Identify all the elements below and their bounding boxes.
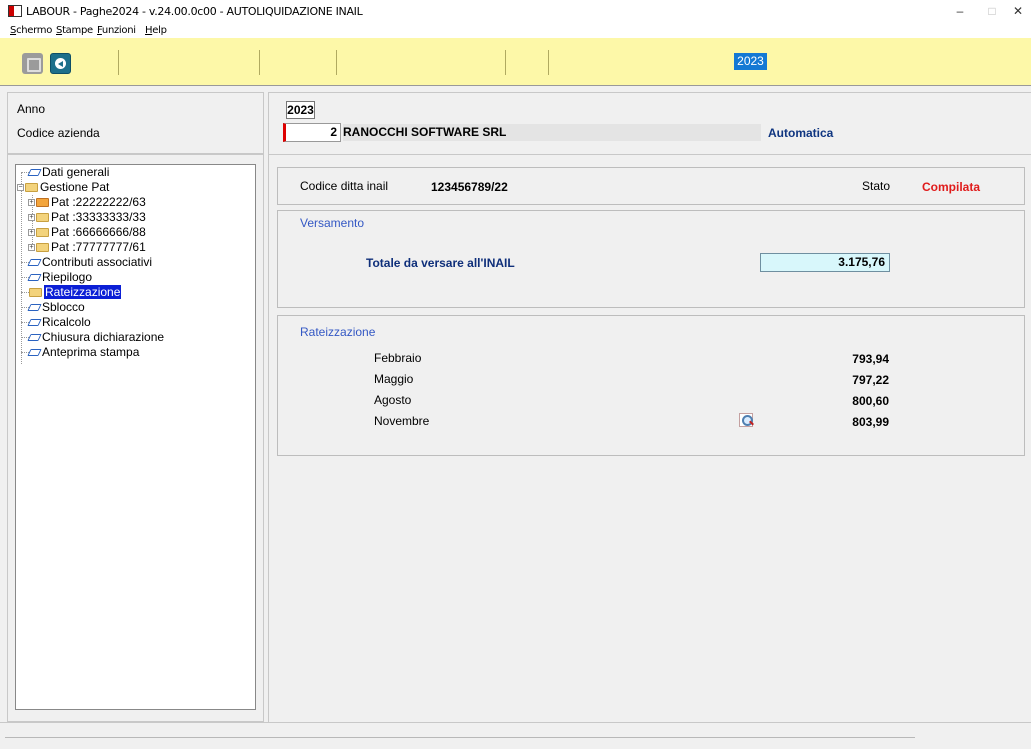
codice-ditta-label: Codice ditta inail (300, 179, 389, 193)
versamento-box: Versamento Totale da versare all'INAIL 3… (277, 210, 1025, 308)
expand-icon[interactable]: + (28, 199, 35, 207)
rateizzazione-box: Rateizzazione Febbraio 793,94 Maggio 797… (277, 315, 1025, 456)
codice-azienda-field[interactable]: 2 (283, 123, 341, 142)
tree-item-contributi-associativi[interactable]: Contributi associativi (21, 255, 152, 270)
menu-schermo[interactable]: Schermo (10, 25, 52, 36)
collapse-icon[interactable]: − (17, 184, 24, 192)
magnifier-icon[interactable] (739, 413, 753, 427)
codice-azienda-label: Codice azienda (17, 126, 100, 140)
tree-item-chiusura-dichiarazione[interactable]: Chiusura dichiarazione (21, 330, 164, 345)
divider (0, 722, 1031, 723)
codice-ditta-value: 123456789/22 (431, 180, 508, 194)
tree-item-pat[interactable]: + Pat :22222222/63 (28, 195, 146, 210)
app-icon (8, 5, 22, 17)
totale-label: Totale da versare all'INAIL (366, 256, 515, 270)
stato-value: Compilata (922, 180, 981, 194)
doc-icon (27, 274, 42, 282)
anno-field[interactable]: 2023 (286, 101, 315, 119)
rate-month: Novembre (374, 414, 430, 428)
folder-icon (36, 243, 49, 253)
doc-icon (27, 334, 42, 342)
rate-month: Maggio (374, 372, 414, 386)
stato-label: Stato (862, 179, 891, 193)
rate-amount: 800,60 (852, 394, 889, 408)
page-icon[interactable] (22, 53, 43, 74)
rate-amount: 793,94 (852, 352, 889, 366)
mode-label: Automatica (768, 126, 834, 140)
azienda-name: RANOCCHI SOFTWARE SRL (343, 124, 761, 141)
info-box: Codice ditta inail 123456789/22 Stato Co… (277, 167, 1025, 205)
tree-item-gestione-pat[interactable]: − Gestione Pat (17, 180, 109, 195)
anno-label: Anno (17, 102, 46, 116)
toolbar-separator (548, 50, 549, 75)
doc-icon (27, 304, 42, 312)
tree-item-riepilogo[interactable]: Riepilogo (21, 270, 92, 285)
toolbar-separator (118, 50, 119, 75)
toolbar-separator (336, 50, 337, 75)
doc-icon (27, 349, 42, 357)
totale-value-field[interactable]: 3.175,76 (760, 253, 890, 272)
menu-funzioni[interactable]: Funzioni (97, 25, 136, 36)
menu-help[interactable]: Help (145, 25, 167, 36)
tree-item-pat[interactable]: + Pat :66666666/88 (28, 225, 146, 240)
menu-stampe[interactable]: Stampe (56, 25, 93, 36)
doc-icon (27, 319, 42, 327)
tree-item-ricalcolo[interactable]: Ricalcolo (21, 315, 91, 330)
navigation-panel: Dati generali − Gestione Pat + Pat :222222… (7, 154, 264, 722)
folder-icon (36, 213, 49, 223)
rate-month: Agosto (374, 393, 412, 407)
versamento-title: Versamento (300, 216, 365, 230)
doc-icon (27, 259, 42, 267)
rate-month: Febbraio (374, 351, 422, 365)
expand-icon[interactable]: + (28, 229, 35, 237)
rate-amount: 797,22 (852, 373, 889, 387)
toolbar-separator (505, 50, 506, 75)
back-arrow-icon[interactable] (50, 53, 71, 74)
year-badge: 2023 (734, 53, 767, 70)
folder-check-icon (36, 198, 49, 208)
tree-item-dati-generali[interactable]: Dati generali (21, 165, 109, 180)
header-labels-panel: Anno Codice azienda (7, 92, 264, 154)
menu-bar: Schermo Stampe Funzioni Help (0, 21, 1031, 38)
tree-item-anteprima-stampa[interactable]: Anteprima stampa (21, 345, 139, 360)
folder-icon (36, 228, 49, 238)
title-bar: LABOUR - Paghe2024 - v.24.00.0c00 - AUTO… (0, 0, 1031, 21)
tree-item-pat[interactable]: + Pat :33333333/33 (28, 210, 146, 225)
folder-icon (29, 288, 42, 298)
tree-item-sblocco[interactable]: Sblocco (21, 300, 85, 315)
expand-icon[interactable]: + (28, 214, 35, 222)
status-bar (5, 737, 915, 749)
folder-icon (25, 183, 38, 193)
expand-icon[interactable]: + (28, 244, 35, 252)
window-title: LABOUR - Paghe2024 - v.24.00.0c00 - AUTO… (26, 5, 363, 18)
rateizzazione-title: Rateizzazione (300, 325, 376, 339)
tree-item-rateizzazione[interactable]: Rateizzazione (21, 285, 122, 300)
close-button[interactable]: ✕ (998, 2, 1031, 20)
rate-amount: 803,99 (852, 415, 889, 429)
header-fields-panel: 2023 2 RANOCCHI SOFTWARE SRL Automatica (268, 92, 1031, 154)
detail-panel: Codice ditta inail 123456789/22 Stato Co… (268, 154, 1031, 722)
doc-icon (27, 169, 42, 177)
toolbar-separator (259, 50, 260, 75)
toolbar (0, 38, 1031, 86)
tree-item-pat[interactable]: + Pat :77777777/61 (28, 240, 146, 255)
navigation-tree: Dati generali − Gestione Pat + Pat :222222… (15, 164, 256, 710)
